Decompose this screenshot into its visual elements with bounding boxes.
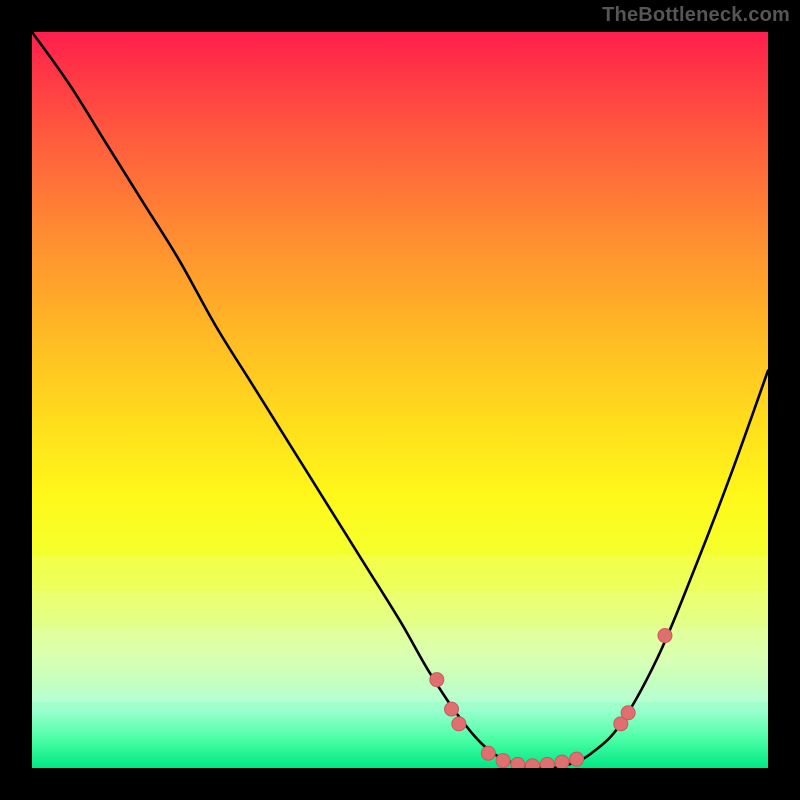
data-marker [496,754,510,768]
data-marker [511,757,525,768]
data-marker [481,746,495,760]
data-marker [430,673,444,687]
chart-frame: TheBottleneck.com [0,0,800,800]
data-marker [555,755,569,768]
data-marker [445,702,459,716]
data-marker [658,629,672,643]
attribution-text: TheBottleneck.com [602,4,790,27]
bottleneck-curve [32,32,768,768]
data-marker [452,717,466,731]
data-marker [570,752,584,766]
data-marker [525,759,539,768]
data-marker [621,706,635,720]
data-marker [540,757,554,768]
plot-area [32,32,768,768]
curve-svg [32,32,768,768]
